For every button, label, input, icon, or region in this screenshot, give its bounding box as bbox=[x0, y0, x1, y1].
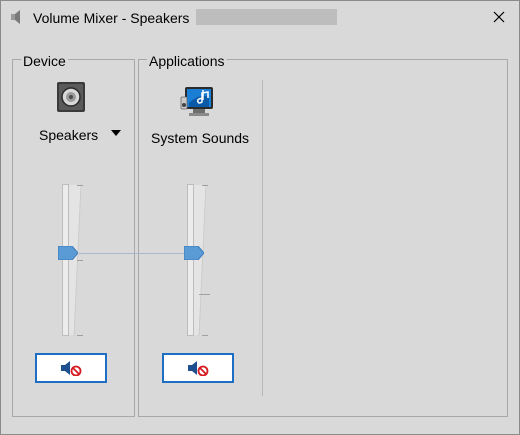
applications-group-label: Applications bbox=[147, 53, 227, 69]
device-mute-button[interactable] bbox=[35, 353, 107, 383]
redacted-device-name bbox=[196, 9, 337, 25]
device-slider-tick-top bbox=[77, 185, 83, 186]
title-bar: Volume Mixer - Speakers bbox=[1, 1, 519, 35]
speaker-device-icon[interactable] bbox=[55, 81, 87, 113]
speaker-muted-icon bbox=[61, 361, 82, 376]
chevron-down-icon[interactable] bbox=[111, 130, 121, 136]
close-icon bbox=[493, 11, 505, 23]
application-column-divider bbox=[262, 80, 263, 396]
speaker-muted-icon bbox=[188, 361, 209, 376]
device-slider-tick-bottom bbox=[77, 335, 83, 336]
app-slider-tick-top bbox=[202, 185, 208, 186]
speaker-icon bbox=[11, 10, 20, 24]
window-title: Volume Mixer - Speakers bbox=[33, 10, 190, 26]
device-volume-thumb[interactable] bbox=[58, 246, 78, 260]
device-group-label: Device bbox=[21, 53, 68, 69]
app-slider-tick-bottom bbox=[202, 335, 208, 336]
device-slider-tick-mid bbox=[77, 260, 83, 261]
system-sounds-volume-slider[interactable] bbox=[187, 184, 194, 336]
close-button[interactable] bbox=[479, 1, 519, 33]
device-volume-slider[interactable] bbox=[62, 184, 69, 336]
device-selector[interactable]: Speakers bbox=[39, 126, 98, 144]
system-sounds-mute-button[interactable] bbox=[162, 353, 234, 383]
app-name-system-sounds: System Sounds bbox=[151, 130, 250, 146]
system-sounds-icon[interactable] bbox=[179, 81, 221, 123]
volume-mixer-window: Volume Mixer - Speakers Device Applicati… bbox=[0, 0, 520, 435]
volume-link-line bbox=[79, 253, 187, 254]
app-slider-tick-mid bbox=[199, 294, 210, 295]
system-sounds-volume-thumb[interactable] bbox=[184, 246, 204, 260]
